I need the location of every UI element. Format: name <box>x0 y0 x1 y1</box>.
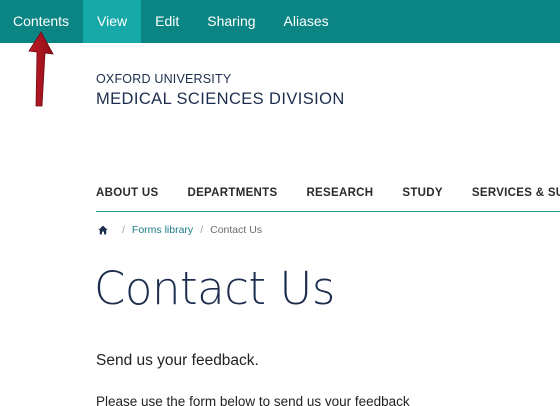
page-title: Contact Us <box>94 262 335 315</box>
edit-toolbar: Contents View Edit Sharing Aliases <box>0 0 560 43</box>
main-navigation: ABOUT US DEPARTMENTS RESEARCH STUDY SERV… <box>96 187 560 199</box>
toolbar-tab-edit[interactable]: Edit <box>141 0 193 43</box>
nav-item-study[interactable]: STUDY <box>402 187 442 199</box>
toolbar-tab-aliases[interactable]: Aliases <box>270 0 343 43</box>
breadcrumb-separator: / <box>122 224 125 236</box>
page: Contents View Edit Sharing Aliases OXFOR… <box>0 0 560 406</box>
nav-item-about-us[interactable]: ABOUT US <box>96 187 158 199</box>
toolbar-tab-view[interactable]: View <box>83 0 142 43</box>
home-icon[interactable] <box>98 225 108 235</box>
nav-divider <box>96 211 560 212</box>
breadcrumb-separator: / <box>200 224 204 236</box>
breadcrumb: / Forms library / Contact Us <box>98 224 262 236</box>
logo-division[interactable]: MEDICAL SCIENCES DIVISION <box>96 90 345 109</box>
red-arrow-icon <box>28 31 54 107</box>
logo-university[interactable]: OXFORD UNIVERSITY <box>96 72 231 86</box>
toolbar-tab-sharing[interactable]: Sharing <box>193 0 269 43</box>
lead-text: Send us your feedback. <box>96 352 259 369</box>
breadcrumb-link-forms-library[interactable]: Forms library <box>132 224 193 236</box>
nav-item-departments[interactable]: DEPARTMENTS <box>187 187 277 199</box>
breadcrumb-current: Contact Us <box>210 224 263 236</box>
nav-item-services-support[interactable]: SERVICES & SUPPOR <box>472 187 560 199</box>
body-paragraph: Please use the form below to send us you… <box>96 394 410 406</box>
nav-item-research[interactable]: RESEARCH <box>306 187 373 199</box>
